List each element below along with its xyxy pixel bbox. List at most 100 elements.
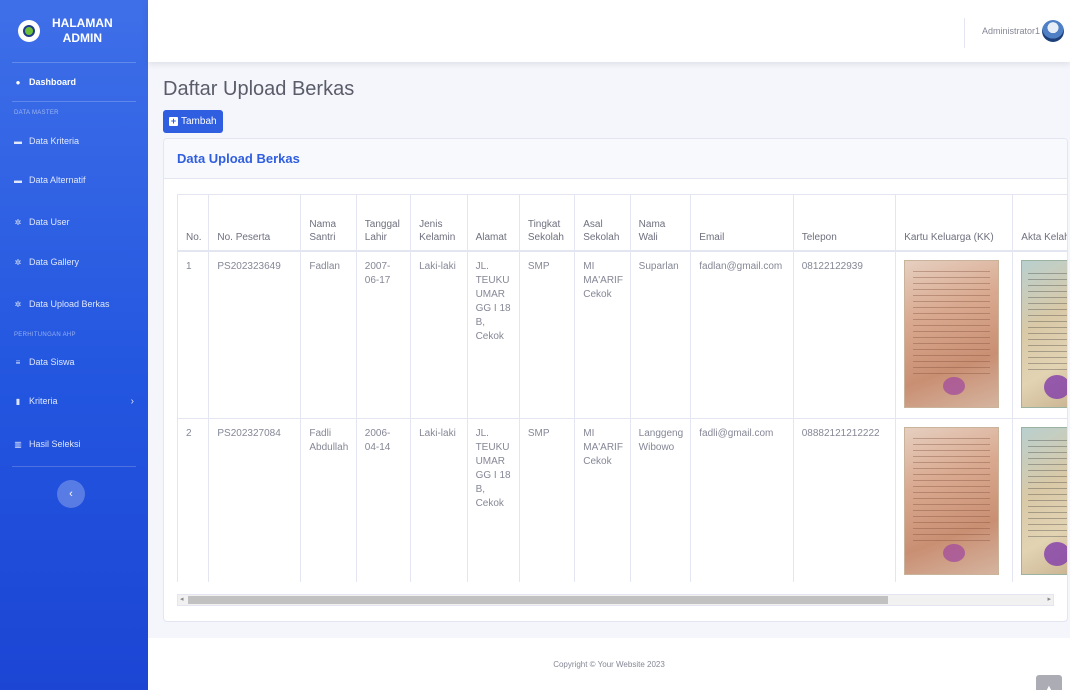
- user-name[interactable]: Administrator1: [982, 26, 1040, 36]
- brand-text: HALAMAN ADMIN: [52, 16, 113, 46]
- column-header[interactable]: Kartu Keluarga (KK): [895, 194, 1014, 252]
- column-header[interactable]: Nama Santri: [300, 194, 357, 252]
- column-header[interactable]: Email: [690, 194, 794, 252]
- sidebar-heading-perhitungan-ahp: PERHITUNGAN AHP: [14, 332, 76, 338]
- data-card: Data Upload Berkas No. No. Peserta Nama …: [163, 138, 1068, 622]
- copyright-text: Copyright © Your Website 2023: [553, 660, 665, 669]
- chart-icon: ▥: [14, 439, 22, 449]
- cell-telepon: 08122122939: [792, 250, 897, 419]
- sidebar-item-data-gallery[interactable]: ✲ Data Gallery: [0, 242, 148, 282]
- table-container: No. No. Peserta Nama Santri Tanggal Lahi…: [177, 194, 1067, 582]
- cell-email: fadli@gmail.com: [690, 418, 794, 582]
- cell-tanggal-lahir: 2006-04-14: [355, 418, 412, 582]
- add-button-label: Tambah: [181, 116, 217, 127]
- cell-alamat: JL. TEUKU UMAR GG I 18 B, Cekok: [466, 418, 520, 582]
- sidebar-item-data-upload-berkas[interactable]: ✲ Data Upload Berkas: [0, 282, 148, 326]
- cell-email: fadlan@gmail.com: [690, 250, 794, 419]
- column-header[interactable]: Asal Sekolah: [574, 194, 631, 252]
- column-header[interactable]: No.: [177, 194, 210, 252]
- cell-jenis-kelamin: Laki-laki: [410, 250, 468, 419]
- brand-line-2: ADMIN: [62, 31, 102, 45]
- table-row: 2 PS202327084 Fadli Abdullah 2006-04-14 …: [177, 418, 1067, 582]
- sidebar-item-label: Dashboard: [29, 77, 77, 87]
- table-row: 1 PS202323649 Fadlan 2007-06-17 Laki-lak…: [177, 250, 1067, 419]
- cell-no: 1: [177, 250, 210, 419]
- folder-icon: ▬: [14, 136, 22, 146]
- cell-no-peserta: PS202323649: [208, 250, 302, 419]
- column-header[interactable]: Tanggal Lahir: [355, 194, 412, 252]
- akta-kelahiran-image[interactable]: [1021, 259, 1067, 408]
- document-icon: ▮: [15, 396, 21, 406]
- column-header[interactable]: Akta Kelahiran: [1012, 194, 1067, 252]
- user-avatar[interactable]: [1042, 20, 1064, 42]
- cell-akta-kelahiran: [1012, 418, 1067, 582]
- cell-alamat: JL. TEUKU UMAR GG I 18 B, Cekok: [466, 250, 520, 419]
- table-header-row: No. No. Peserta Nama Santri Tanggal Lahi…: [177, 194, 1067, 252]
- chevron-left-icon: ‹: [69, 488, 73, 500]
- akta-kelahiran-image[interactable]: [1021, 427, 1067, 575]
- sidebar-item-label: Data Gallery: [29, 257, 80, 267]
- cell-kartu-keluarga: [895, 418, 1014, 582]
- add-button[interactable]: + Tambah: [163, 110, 223, 133]
- topbar-divider: [964, 18, 965, 48]
- page-title: Daftar Upload Berkas: [163, 78, 355, 100]
- sidebar-item-label: Data Kriteria: [29, 136, 80, 146]
- column-header[interactable]: Telepon: [792, 194, 897, 252]
- upload-table: No. No. Peserta Nama Santri Tanggal Lahi…: [177, 194, 1067, 582]
- sidebar-item-label: Data Siswa: [29, 357, 75, 367]
- footer: Copyright © Your Website 2023: [148, 638, 1070, 690]
- column-header[interactable]: No. Peserta: [208, 194, 302, 252]
- cell-nama-wali: Langgeng Wibowo: [629, 418, 692, 582]
- sidebar-item-label: Data User: [29, 217, 70, 227]
- topbar: Administrator1: [148, 0, 1070, 62]
- scroll-left-icon[interactable]: ◂: [180, 595, 184, 605]
- plus-icon: +: [169, 116, 178, 126]
- chevron-up-icon: ▲: [1044, 683, 1054, 690]
- scrollbar-thumb[interactable]: [188, 596, 888, 604]
- column-header[interactable]: Nama Wali: [629, 194, 692, 252]
- card-title: Data Upload Berkas: [177, 151, 300, 166]
- column-header[interactable]: Jenis Kelamin: [410, 194, 468, 252]
- sidebar-item-hasil-seleksi[interactable]: ▥ Hasil Seleksi: [0, 422, 148, 466]
- cell-jenis-kelamin: Laki-laki: [410, 418, 468, 582]
- column-header[interactable]: Tingkat Sekolah: [518, 194, 576, 252]
- sidebar-heading-data-master: DATA MASTER: [14, 110, 59, 116]
- sidebar-toggle-button[interactable]: ‹: [57, 480, 85, 508]
- cell-telepon: 08882121212222: [792, 418, 897, 582]
- sidebar-item-data-user[interactable]: ✲ Data User: [0, 202, 148, 242]
- tachometer-icon: ●: [15, 77, 21, 87]
- sidebar-item-label: Data Upload Berkas: [29, 299, 110, 309]
- cell-no: 2: [177, 418, 210, 582]
- cell-asal-sekolah: MI MA'ARIF Cekok: [574, 418, 631, 582]
- cell-tanggal-lahir: 2007-06-17: [355, 250, 412, 419]
- sidebar-item-dashboard[interactable]: ● Dashboard: [0, 63, 148, 101]
- sidebar-item-data-alternatif[interactable]: ▬ Data Alternatif: [0, 158, 148, 202]
- card-header: Data Upload Berkas: [164, 139, 1067, 179]
- scroll-to-top-button[interactable]: ▲: [1036, 675, 1062, 690]
- horizontal-scrollbar[interactable]: ◂ ▸: [177, 594, 1054, 606]
- sidebar-item-kriteria[interactable]: ▮ Kriteria ›: [0, 380, 148, 422]
- brand-line-1: HALAMAN: [52, 16, 113, 30]
- gear-icon: ✲: [14, 299, 22, 309]
- column-header[interactable]: Alamat: [466, 194, 520, 252]
- sidebar-item-label: Kriteria: [29, 396, 58, 406]
- sidebar-item-label: Hasil Seleksi: [29, 439, 81, 449]
- sidebar: HALAMAN ADMIN ● Dashboard DATA MASTER ▬ …: [0, 0, 148, 690]
- cell-nama-santri: Fadlan: [300, 250, 357, 419]
- folder-icon: ▬: [14, 175, 22, 185]
- cell-asal-sekolah: MI MA'ARIF Cekok: [574, 250, 631, 419]
- cell-tingkat-sekolah: SMP: [518, 418, 576, 582]
- sidebar-divider: [12, 466, 136, 467]
- sidebar-brand[interactable]: HALAMAN ADMIN: [0, 0, 148, 62]
- cell-tingkat-sekolah: SMP: [518, 250, 576, 419]
- cell-no-peserta: PS202327084: [208, 418, 302, 582]
- chevron-right-icon: ›: [130, 395, 134, 407]
- sidebar-item-data-kriteria[interactable]: ▬ Data Kriteria: [0, 124, 148, 158]
- kartu-keluarga-image[interactable]: [904, 427, 1000, 575]
- gear-icon: ✲: [14, 257, 22, 267]
- sidebar-item-data-siswa[interactable]: ≡ Data Siswa: [0, 344, 148, 380]
- kartu-keluarga-image[interactable]: [904, 259, 1000, 408]
- gear-icon: ✲: [14, 217, 22, 227]
- scroll-right-icon[interactable]: ▸: [1047, 595, 1051, 605]
- cell-nama-wali: Suparlan: [629, 250, 692, 419]
